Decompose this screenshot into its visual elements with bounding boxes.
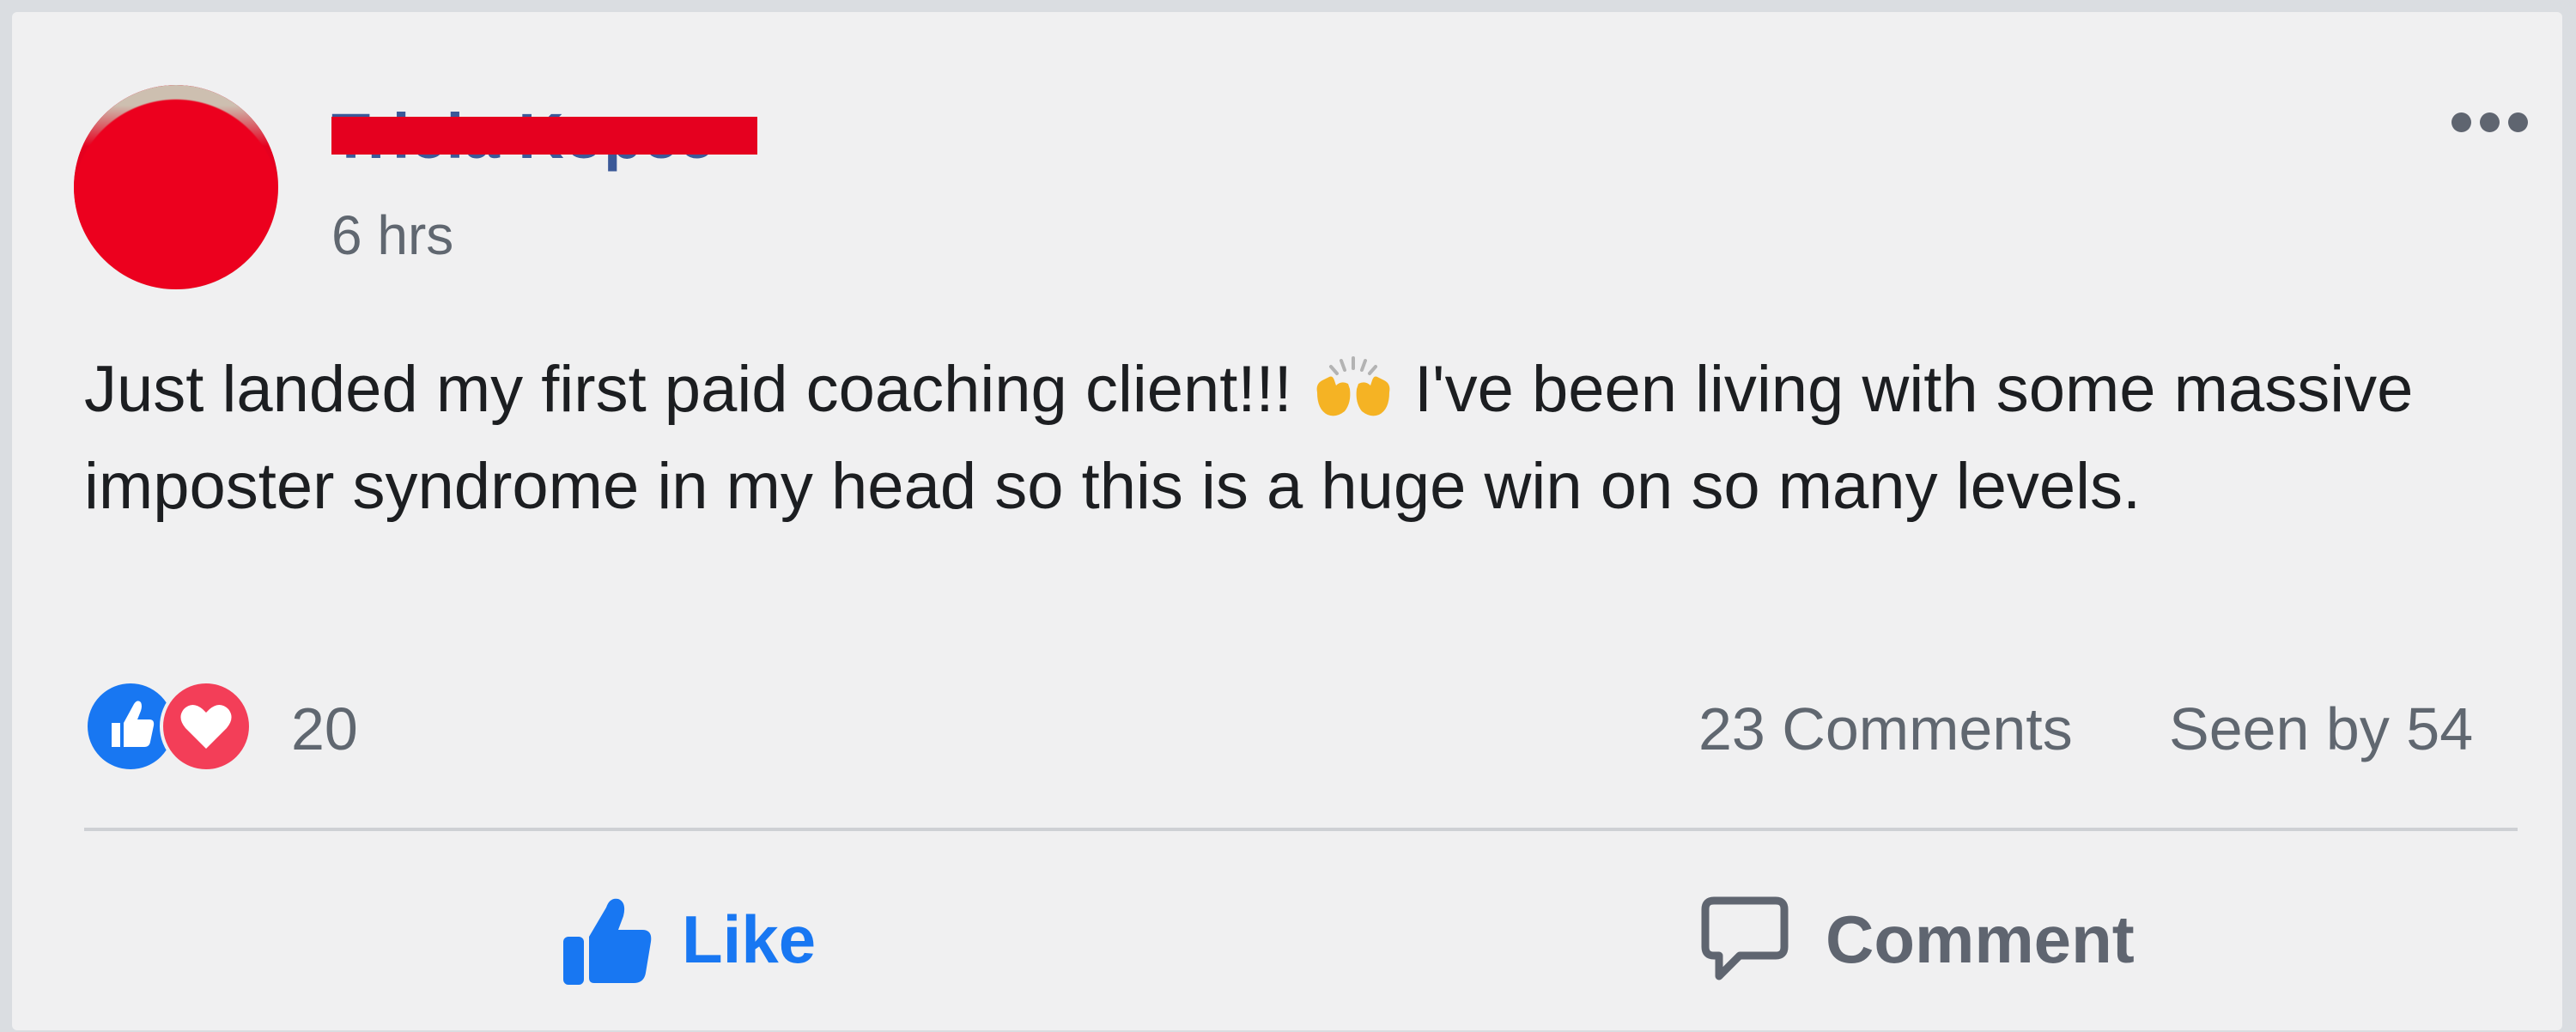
like-button-label: Like [682, 901, 817, 977]
like-button[interactable]: Like [560, 879, 816, 999]
avatar[interactable] [74, 85, 278, 289]
love-reaction-icon [160, 680, 252, 773]
post-timestamp[interactable]: 6 hrs [331, 208, 453, 263]
comment-button[interactable]: Comment [1697, 879, 2135, 999]
seen-by-count[interactable]: Seen by 54 [2169, 699, 2473, 759]
more-options-icon[interactable] [2442, 105, 2537, 139]
divider [84, 828, 2518, 831]
post-text: Just landed my first paid coaching clien… [84, 341, 2540, 535]
post-text-part-1: Just landed my first paid coaching clien… [84, 353, 1310, 426]
comments-count[interactable]: 23 Comments [1698, 699, 2073, 759]
reaction-count[interactable]: 20 [291, 699, 358, 759]
post-card: Tricia Kopec 6 hrs Just landed my first … [12, 12, 2562, 1030]
thumbs-up-icon [563, 898, 652, 985]
raising-hands-emoji-icon [1316, 356, 1390, 416]
reaction-icons[interactable] [84, 680, 273, 774]
name-redaction-bar [331, 117, 757, 155]
speech-bubble-icon [1701, 896, 1789, 980]
comment-button-label: Comment [1826, 901, 2135, 977]
